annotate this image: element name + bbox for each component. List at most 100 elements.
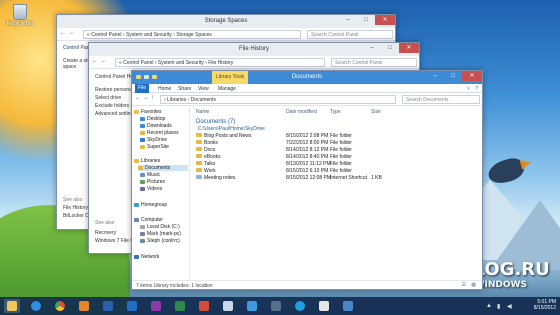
nav-item[interactable]: Music [140,172,160,178]
ribbon-tab-share[interactable]: Share [178,86,191,92]
nav-item[interactable]: Desktop [140,116,165,122]
table-row[interactable]: Talks 8/13/2012 11:12 PM File folder [196,161,436,168]
close-button[interactable]: ✕ [462,71,482,81]
row-name: Work [204,168,216,174]
taskbar-media-button[interactable] [76,299,92,313]
table-row[interactable]: Books 7/22/2012 8:00 PM File folder [196,140,436,147]
nav-item-label: Pictures [147,179,166,185]
nav-item[interactable]: Mark (mark-pc) [140,231,181,237]
file-history-side-item[interactable]: Select drive [95,95,121,101]
taskbar-skype-button[interactable] [292,299,308,313]
column-header-date[interactable]: Date modified [286,109,317,115]
close-button[interactable]: ✕ [375,15,395,25]
nav-item[interactable]: Recent places [140,130,179,136]
column-header-type[interactable]: Type [330,109,341,115]
nav-item[interactable]: SuperSite [140,144,169,150]
taskbar-photos-button[interactable] [220,299,236,313]
nav-item[interactable]: SkyDrive [140,137,167,143]
ribbon-tab-home[interactable]: Home [158,86,171,92]
taskbar-outlook-button[interactable] [124,299,140,313]
back-arrow-icon[interactable]: ← [135,95,141,101]
up-arrow-icon[interactable]: ↑ [151,95,154,101]
explorer-search-input[interactable]: Search Documents [402,95,480,104]
explorer-address[interactable]: › Libraries › Documents [160,95,396,104]
column-header-name[interactable]: Name [196,109,209,115]
ribbon-tab-file[interactable]: File [135,84,149,93]
file-history-recovery-link[interactable]: Recovery [95,230,116,236]
nav-network[interactable]: Network [134,254,159,260]
group-header[interactable]: Documents (7) [196,119,235,125]
storage-spaces-search-input[interactable]: Search Control Panel [307,30,393,39]
nav-favorites[interactable]: Favorites [134,109,162,115]
taskbar-onenote-button[interactable] [148,299,164,313]
storage-spaces-file-history-link[interactable]: File History [63,205,88,211]
ribbon-tab-manage[interactable]: Manage [218,86,236,92]
tray-arrow-icon[interactable]: ▲ [486,303,492,309]
table-row[interactable]: Meeting notes 8/15/2012 12:08 PM Interne… [196,175,436,182]
storage-spaces-address[interactable]: « Control Panel › System and Security › … [83,30,301,39]
minimize-button[interactable]: – [428,71,442,81]
file-history-side-item[interactable]: Exclude folders [95,103,129,109]
minimize-button[interactable]: – [365,43,379,53]
taskbar-excel-button[interactable] [172,299,188,313]
nav-item[interactable]: Local Disk (C:) [140,224,180,230]
close-button[interactable]: ✕ [399,43,419,53]
forward-arrow-icon[interactable]: → [68,30,74,36]
taskbar-word-button[interactable] [100,299,116,313]
nav-libraries[interactable]: Libraries [134,158,160,164]
folder-icon [196,168,202,172]
file-history-side-item[interactable]: Advanced settings [95,111,136,117]
forward-arrow-icon[interactable]: → [100,58,106,64]
large-icons-view-icon[interactable]: ▦ [471,282,476,288]
nav-item[interactable]: Videos [140,186,162,192]
recycle-bin-desktop-icon[interactable]: Recycle Bin [6,4,34,27]
ribbon-expand-icon[interactable]: ˅ [467,86,470,92]
nav-item-label: Steph (coolrrc) [147,238,180,244]
recent-places-icon [140,131,145,135]
maximize-button[interactable]: □ [383,43,397,53]
taskbar-app-button[interactable] [316,299,332,313]
table-row[interactable]: eBooks 8/14/2012 8:40 PM File folder [196,154,436,161]
column-header-size[interactable]: Size [371,109,381,115]
group-path: C:\Users\Paul\Home\SkyDrive [198,126,265,132]
file-history-address[interactable]: « Control Panel › System and Security › … [115,58,325,67]
taskbar-explorer-button[interactable] [4,299,20,313]
nav-item[interactable]: Downloads [140,123,172,129]
minimize-button[interactable]: – [341,15,355,25]
taskbar-ie-button[interactable] [28,299,44,313]
nav-item-label: Music [147,172,161,178]
file-history-search-input[interactable]: Search Control Panel [331,58,417,67]
storage-spaces-create-line2[interactable]: space [63,64,76,70]
homegroup-icon [134,203,139,207]
status-text: 7 items Library includes: 1 location [136,283,213,289]
taskbar-app-button[interactable] [268,299,284,313]
taskbar-app-button[interactable] [196,299,212,313]
back-arrow-icon[interactable]: ← [92,58,98,64]
forward-arrow-icon[interactable]: → [143,95,149,101]
storage-spaces-addressbar: ← → « Control Panel › System and Securit… [57,28,395,41]
back-arrow-icon[interactable]: ← [60,30,66,36]
maximize-button[interactable]: □ [359,15,373,25]
taskbar-chrome-button[interactable] [52,299,68,313]
network-tray-icon[interactable]: ▮ [497,303,500,310]
table-row[interactable]: Docs 8/14/2012 8:12 PM File folder [196,147,436,154]
taskbar-app-button[interactable] [244,299,260,313]
nav-item-documents[interactable]: Documents [138,165,188,171]
taskbar-clock[interactable]: 5:01 PM 8/15/2012 [534,299,556,311]
help-icon[interactable]: ? [475,86,478,92]
table-row[interactable]: Blog Posts and News 8/15/2012 2:08 PM Fi… [196,133,436,140]
table-row[interactable]: Work 8/15/2012 6:10 PM File folder [196,168,436,175]
ribbon-tab-view[interactable]: View [198,86,209,92]
nav-homegroup[interactable]: Homegroup [134,202,167,208]
volume-tray-icon[interactable]: ◀ [507,303,512,310]
network-drive-icon [140,239,145,243]
nav-item[interactable]: Steph (coolrrc) [140,238,180,244]
nav-item[interactable]: Pictures [140,179,165,185]
taskbar-app-button[interactable] [340,299,356,313]
nav-computer[interactable]: Computer [134,217,163,223]
details-view-icon[interactable]: ☰ [462,282,466,288]
maximize-button[interactable]: □ [446,71,460,81]
documents-icon [138,166,143,170]
explorer-addressbar: ← → ↑ › Libraries › Documents Search Doc… [132,93,482,106]
clock-date: 8/15/2012 [533,305,556,311]
